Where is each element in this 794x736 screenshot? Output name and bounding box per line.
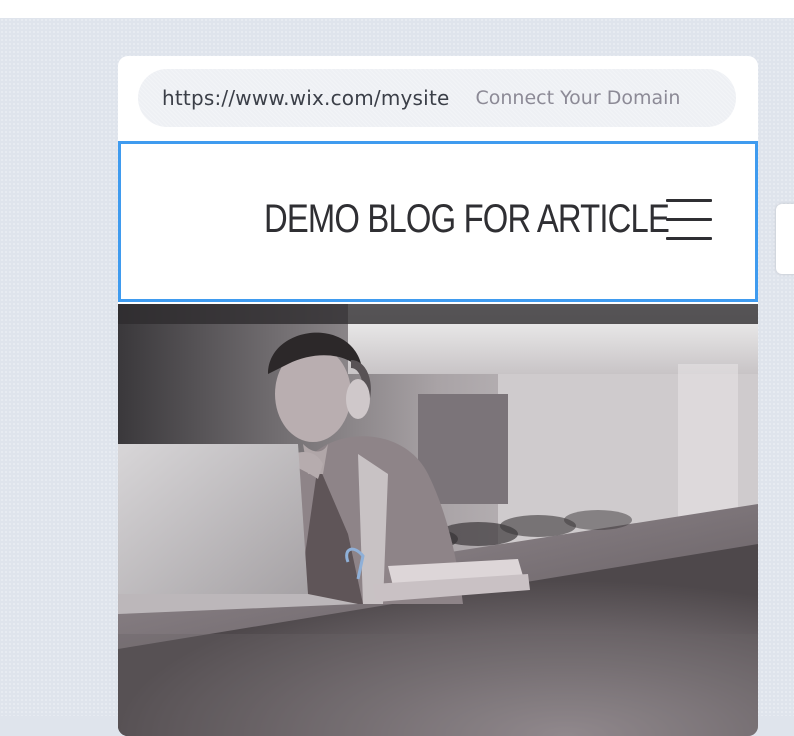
site-header-selected[interactable]: DEMO BLOG FOR ARTICLE	[118, 141, 758, 302]
hero-photo	[118, 304, 758, 736]
editor-top-bar	[0, 0, 794, 18]
site-url: https://www.wix.com/mysite	[162, 86, 450, 110]
url-bar: https://www.wix.com/mysite Connect Your …	[138, 69, 736, 127]
mobile-preview-frame: https://www.wix.com/mysite Connect Your …	[118, 56, 758, 736]
site-title: DEMO BLOG FOR ARTICLE	[264, 197, 670, 241]
hamburger-menu-icon[interactable]	[666, 199, 712, 245]
hero-image	[118, 304, 758, 736]
side-panel-tab[interactable]	[776, 204, 794, 274]
connect-domain-link[interactable]: Connect Your Domain	[476, 87, 681, 109]
